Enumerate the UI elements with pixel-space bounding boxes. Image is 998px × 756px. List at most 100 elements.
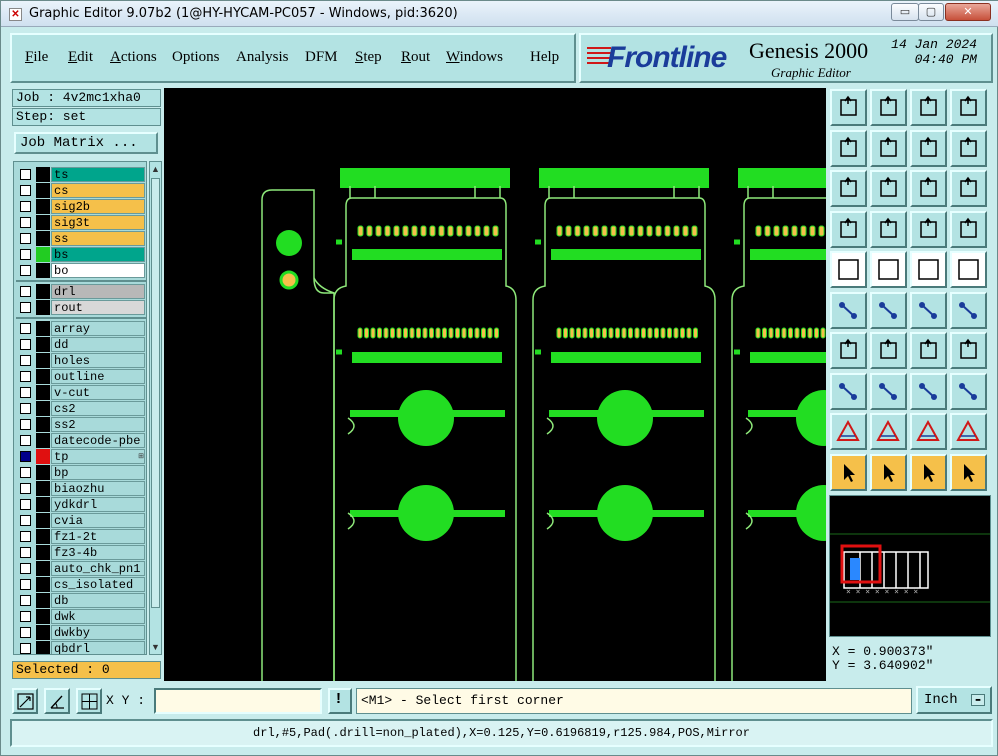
- layer-name[interactable]: v-cut: [51, 385, 145, 400]
- layer-checkbox[interactable]: [20, 531, 31, 542]
- layer-row-auto_chk_pn1[interactable]: auto_chk_pn1: [16, 561, 146, 576]
- triangle-button[interactable]: [830, 413, 867, 450]
- layer-checkbox[interactable]: [20, 403, 31, 414]
- layer-checkbox[interactable]: [20, 643, 31, 654]
- layer-color-swatch[interactable]: [36, 167, 50, 182]
- layer-row-db[interactable]: db: [16, 593, 146, 608]
- layer-checkbox[interactable]: [20, 265, 31, 276]
- slash-button[interactable]: [870, 332, 907, 369]
- layer-checkbox[interactable]: [20, 169, 31, 180]
- layer-checkbox[interactable]: [20, 483, 31, 494]
- layer-row-cs[interactable]: cs: [16, 183, 146, 198]
- xy-input[interactable]: [154, 688, 322, 714]
- layer-row-fz1-2t[interactable]: fz1-2t: [16, 529, 146, 544]
- layer-scrollbar[interactable]: ▲ ▼: [149, 161, 162, 655]
- layer-checkbox[interactable]: [20, 547, 31, 558]
- layer-color-swatch[interactable]: [36, 641, 50, 654]
- menu-step[interactable]: Step: [355, 49, 382, 66]
- layer-row-cs2[interactable]: cs2: [16, 401, 146, 416]
- layer-row-dd[interactable]: dd: [16, 337, 146, 352]
- scroll-down-arrow-icon[interactable]: ▼: [150, 641, 161, 653]
- layer-name[interactable]: ss2: [51, 417, 145, 432]
- snap-grid-button[interactable]: [76, 688, 102, 714]
- layer-color-swatch[interactable]: [36, 433, 50, 448]
- layer-row-holes[interactable]: holes: [16, 353, 146, 368]
- layer-name[interactable]: dwk: [51, 609, 145, 624]
- menu-file[interactable]: File: [25, 49, 48, 66]
- layer-checkbox[interactable]: [20, 323, 31, 334]
- layer-name[interactable]: holes: [51, 353, 145, 368]
- line-point-button[interactable]: [910, 291, 947, 329]
- angle-snap-button[interactable]: [44, 688, 70, 714]
- layer-row-biaozhu[interactable]: biaozhu: [16, 481, 146, 496]
- layer-checkbox[interactable]: [20, 451, 31, 462]
- layer-row-bs[interactable]: bs: [16, 247, 146, 262]
- layer-row-bp[interactable]: bp: [16, 465, 146, 480]
- angle-button[interactable]: [830, 332, 867, 369]
- layer-row-array[interactable]: array: [16, 321, 146, 336]
- square-button[interactable]: [950, 372, 987, 410]
- layer-checkbox[interactable]: [20, 249, 31, 260]
- menu-edit[interactable]: Edit: [68, 49, 93, 66]
- import-button[interactable]: [830, 129, 867, 167]
- triangle-plus-button[interactable]: [870, 413, 907, 450]
- layer-color-swatch[interactable]: [36, 593, 50, 608]
- layer-checkbox[interactable]: [20, 419, 31, 430]
- menu-options[interactable]: Options: [172, 49, 220, 66]
- dropdown-arrow-icon[interactable]: ▬: [971, 694, 985, 706]
- move-up-button[interactable]: [830, 89, 867, 126]
- layer-checkbox[interactable]: [20, 302, 31, 313]
- layer-name[interactable]: dd: [51, 337, 145, 352]
- triangle-cross-button[interactable]: [950, 413, 987, 450]
- layer-name[interactable]: drl: [51, 284, 145, 299]
- layer-row-outline[interactable]: outline: [16, 369, 146, 384]
- layer-name[interactable]: bp: [51, 465, 145, 480]
- layer-name[interactable]: biaozhu: [51, 481, 145, 496]
- layer-color-swatch[interactable]: [36, 609, 50, 624]
- layer-checkbox[interactable]: [20, 579, 31, 590]
- menu-analysis[interactable]: Analysis: [236, 49, 289, 66]
- layer-color-swatch[interactable]: [36, 215, 50, 230]
- layer-checkbox[interactable]: [20, 611, 31, 622]
- menu-help[interactable]: Help: [530, 49, 559, 66]
- layer-checkbox[interactable]: [20, 201, 31, 212]
- layer-color-swatch[interactable]: [36, 369, 50, 384]
- layer-color-swatch[interactable]: [36, 231, 50, 246]
- menu-dfm[interactable]: DFM: [305, 49, 338, 66]
- maximize-button[interactable]: ▢: [918, 3, 944, 21]
- line-blue-button[interactable]: [950, 291, 987, 329]
- layer-color-swatch[interactable]: [36, 284, 50, 299]
- fit-button[interactable]: [830, 170, 867, 207]
- layer-row-sig3t[interactable]: sig3t: [16, 215, 146, 230]
- layer-color-swatch[interactable]: [36, 561, 50, 576]
- layer-row-ydkdrl[interactable]: ydkdrl: [16, 497, 146, 512]
- layer-color-swatch[interactable]: [36, 337, 50, 352]
- layer-checkbox[interactable]: [20, 595, 31, 606]
- layer-checkbox[interactable]: [20, 371, 31, 382]
- layer-red2-button[interactable]: [950, 210, 987, 248]
- layer-checkbox[interactable]: [20, 217, 31, 228]
- menu-windows[interactable]: Windows: [446, 49, 503, 66]
- layer-color-swatch[interactable]: [36, 529, 50, 544]
- layer-color-swatch[interactable]: [36, 577, 50, 592]
- layer-checkbox[interactable]: [20, 387, 31, 398]
- layer-name[interactable]: cvia: [51, 513, 145, 528]
- layer-row-rout[interactable]: rout: [16, 300, 146, 315]
- layer-color-swatch[interactable]: [36, 385, 50, 400]
- layer-row-ss2[interactable]: ss2: [16, 417, 146, 432]
- arc-button[interactable]: [910, 332, 947, 369]
- delete-button[interactable]: [870, 291, 907, 329]
- select-circle-button[interactable]: [910, 453, 947, 491]
- layer-row-dwkby[interactable]: dwkby: [16, 625, 146, 640]
- layer-checkbox[interactable]: [20, 563, 31, 574]
- split-button[interactable]: [950, 332, 987, 369]
- units-select[interactable]: Inch ▬: [916, 686, 992, 714]
- app-icon[interactable]: ✕: [9, 8, 22, 21]
- layer-color-swatch[interactable]: [36, 300, 50, 315]
- layer-row-cs_isolated[interactable]: cs_isolated: [16, 577, 146, 592]
- layer-color-swatch[interactable]: [36, 513, 50, 528]
- menu-rout[interactable]: Rout: [401, 49, 430, 66]
- layer-name[interactable]: cs_isolated: [51, 577, 145, 592]
- info-button[interactable]: !: [328, 688, 352, 714]
- layer-name[interactable]: cs2: [51, 401, 145, 416]
